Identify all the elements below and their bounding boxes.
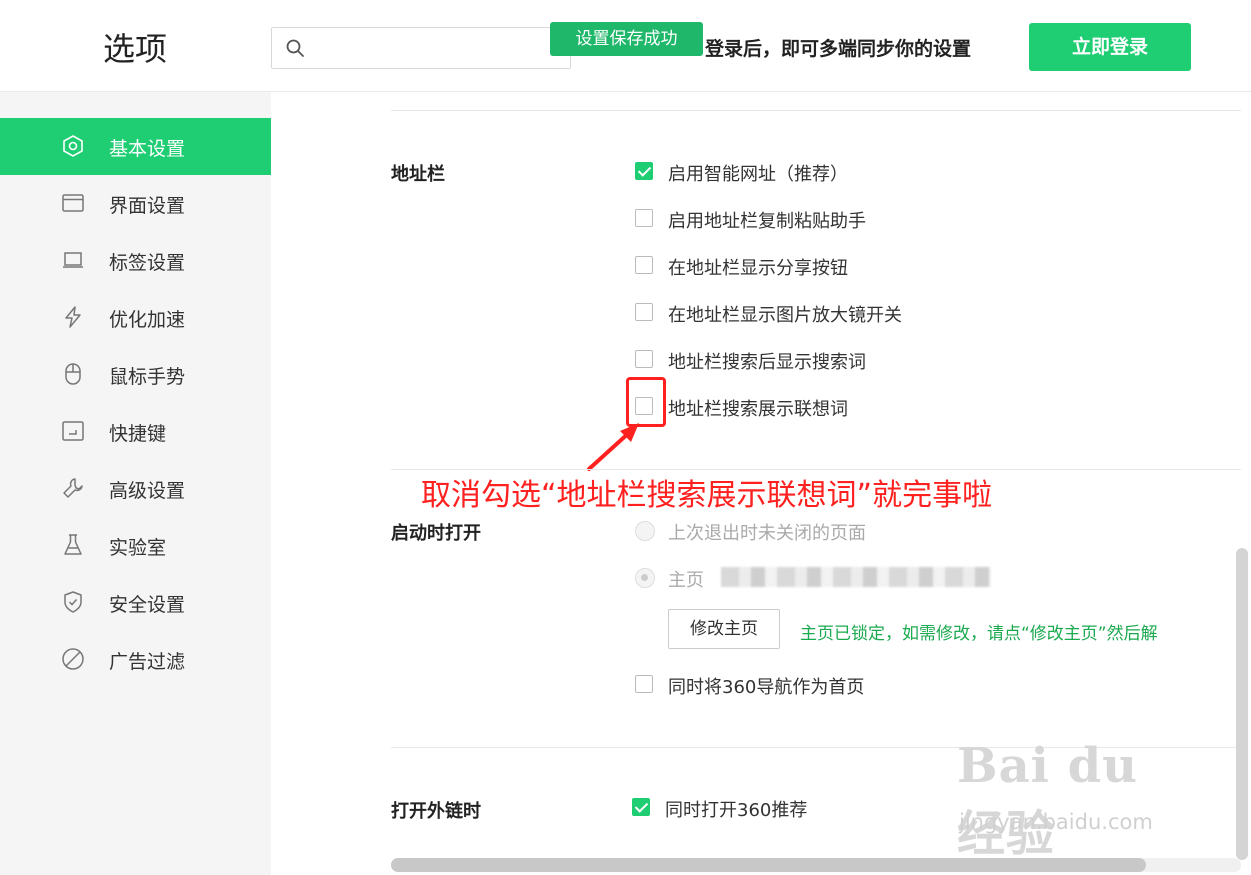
option-label: 在地址栏显示分享按钮	[668, 258, 848, 279]
search-box[interactable]	[271, 27, 571, 69]
address-bar-section-title: 地址栏	[391, 164, 445, 185]
checkbox[interactable]	[635, 209, 653, 227]
tab-icon	[63, 252, 83, 268]
annotation-text: 取消勾选“地址栏搜索展示联想词”就完事啦	[421, 478, 993, 513]
option-label: 上次退出时未关闭的页面	[668, 523, 866, 544]
radio-button-selected[interactable]	[635, 568, 655, 588]
baidu-watermark: Bai du 经验 jingyan.baidu.com	[957, 738, 1197, 862]
sidebar-item-label: 鼠标手势	[109, 366, 186, 388]
annotation-arrow-icon	[587, 423, 639, 471]
edit-homepage-button[interactable]: 修改主页	[668, 609, 780, 649]
lightning-icon	[65, 306, 81, 328]
login-button[interactable]: 立即登录	[1029, 23, 1191, 71]
search-input[interactable]	[316, 32, 560, 64]
sidebar-item-interface[interactable]: 界面设置	[0, 175, 271, 232]
external-links-section-title: 打开外链时	[391, 801, 481, 822]
blurred-homepage-url	[721, 567, 991, 587]
homepage-locked-message: 主页已锁定，如需修改，请点“修改主页”然后解	[800, 624, 1158, 644]
block-icon	[62, 648, 84, 670]
sidebar-item-label: 实验室	[109, 537, 167, 559]
sidebar-item-adblock[interactable]: 广告过滤	[0, 631, 271, 688]
checkbox-checked[interactable]	[635, 162, 653, 180]
search-icon	[286, 39, 304, 57]
horizontal-scrollbar[interactable]	[391, 858, 1241, 872]
window-icon	[62, 194, 84, 212]
option-label: 主页	[668, 570, 704, 591]
shield-icon	[64, 591, 82, 613]
sidebar-item-label: 界面设置	[109, 195, 186, 217]
save-success-toast: 设置保存成功	[550, 22, 703, 56]
sidebar-item-label: 标签设置	[109, 252, 186, 274]
flask-icon	[64, 534, 82, 555]
mouse-icon	[65, 363, 81, 385]
sidebar-item-basic[interactable]: 基本设置	[0, 118, 271, 175]
sidebar-item-label: 高级设置	[109, 480, 186, 502]
sidebar-item-optimize[interactable]: 优化加速	[0, 289, 271, 346]
checkbox-checked[interactable]	[632, 798, 650, 816]
settings-content: 地址栏 启用智能网址（推荐） 启用地址栏复制粘贴助手 在地址栏显示分享按钮 在地…	[271, 92, 1251, 875]
radio-button[interactable]	[635, 521, 655, 541]
checkbox[interactable]	[635, 350, 653, 368]
horizontal-scrollbar-thumb[interactable]	[391, 858, 1146, 872]
sidebar-item-lab[interactable]: 实验室	[0, 517, 271, 574]
checkbox[interactable]	[635, 675, 653, 693]
option-label: 启用智能网址（推荐）	[668, 164, 848, 185]
sidebar-item-label: 广告过滤	[109, 651, 186, 673]
wrench-icon	[63, 478, 83, 498]
page-title: 选项	[103, 30, 168, 68]
option-label: 同时打开360推荐	[665, 800, 808, 821]
vertical-scrollbar-thumb[interactable]	[1236, 548, 1248, 860]
option-label: 启用地址栏复制粘贴助手	[668, 211, 866, 232]
sidebar-item-shortcuts[interactable]: 快捷键	[0, 403, 271, 460]
sidebar-item-label: 基本设置	[109, 138, 186, 160]
sidebar-item-tabs[interactable]: 标签设置	[0, 232, 271, 289]
option-label: 同时将360导航作为首页	[668, 677, 865, 698]
startup-section-title: 启动时打开	[391, 523, 481, 544]
option-label: 地址栏搜索展示联想词	[668, 399, 848, 420]
sidebar-item-label: 优化加速	[109, 309, 186, 331]
option-label: 地址栏搜索后显示搜索词	[668, 352, 866, 373]
option-label: 在地址栏显示图片放大镜开关	[668, 305, 902, 326]
sidebar-item-label: 快捷键	[109, 423, 167, 445]
settings-gear-icon	[63, 135, 83, 157]
sidebar-item-advanced[interactable]: 高级设置	[0, 460, 271, 517]
watermark-brand: Bai du 经验	[957, 738, 1139, 862]
sidebar-item-security[interactable]: 安全设置	[0, 574, 271, 631]
sidebar-item-mouse-gesture[interactable]: 鼠标手势	[0, 346, 271, 403]
top-bar: 选项 设置保存成功 登录后，即可多端同步你的设置 立即登录	[0, 0, 1251, 92]
divider	[391, 469, 1241, 470]
sidebar-item-label: 安全设置	[109, 594, 186, 616]
sync-message: 登录后，即可多端同步你的设置	[705, 38, 972, 60]
sidebar: 基本设置 界面设置 标签设置 优化加速 鼠标手势 快捷键 高级设置 实验室 安全…	[0, 92, 271, 875]
checkbox[interactable]	[635, 303, 653, 321]
keyboard-icon	[62, 421, 84, 441]
checkbox[interactable]	[635, 256, 653, 274]
divider	[391, 110, 1241, 111]
watermark-url: jingyan.baidu.com	[959, 810, 1153, 834]
